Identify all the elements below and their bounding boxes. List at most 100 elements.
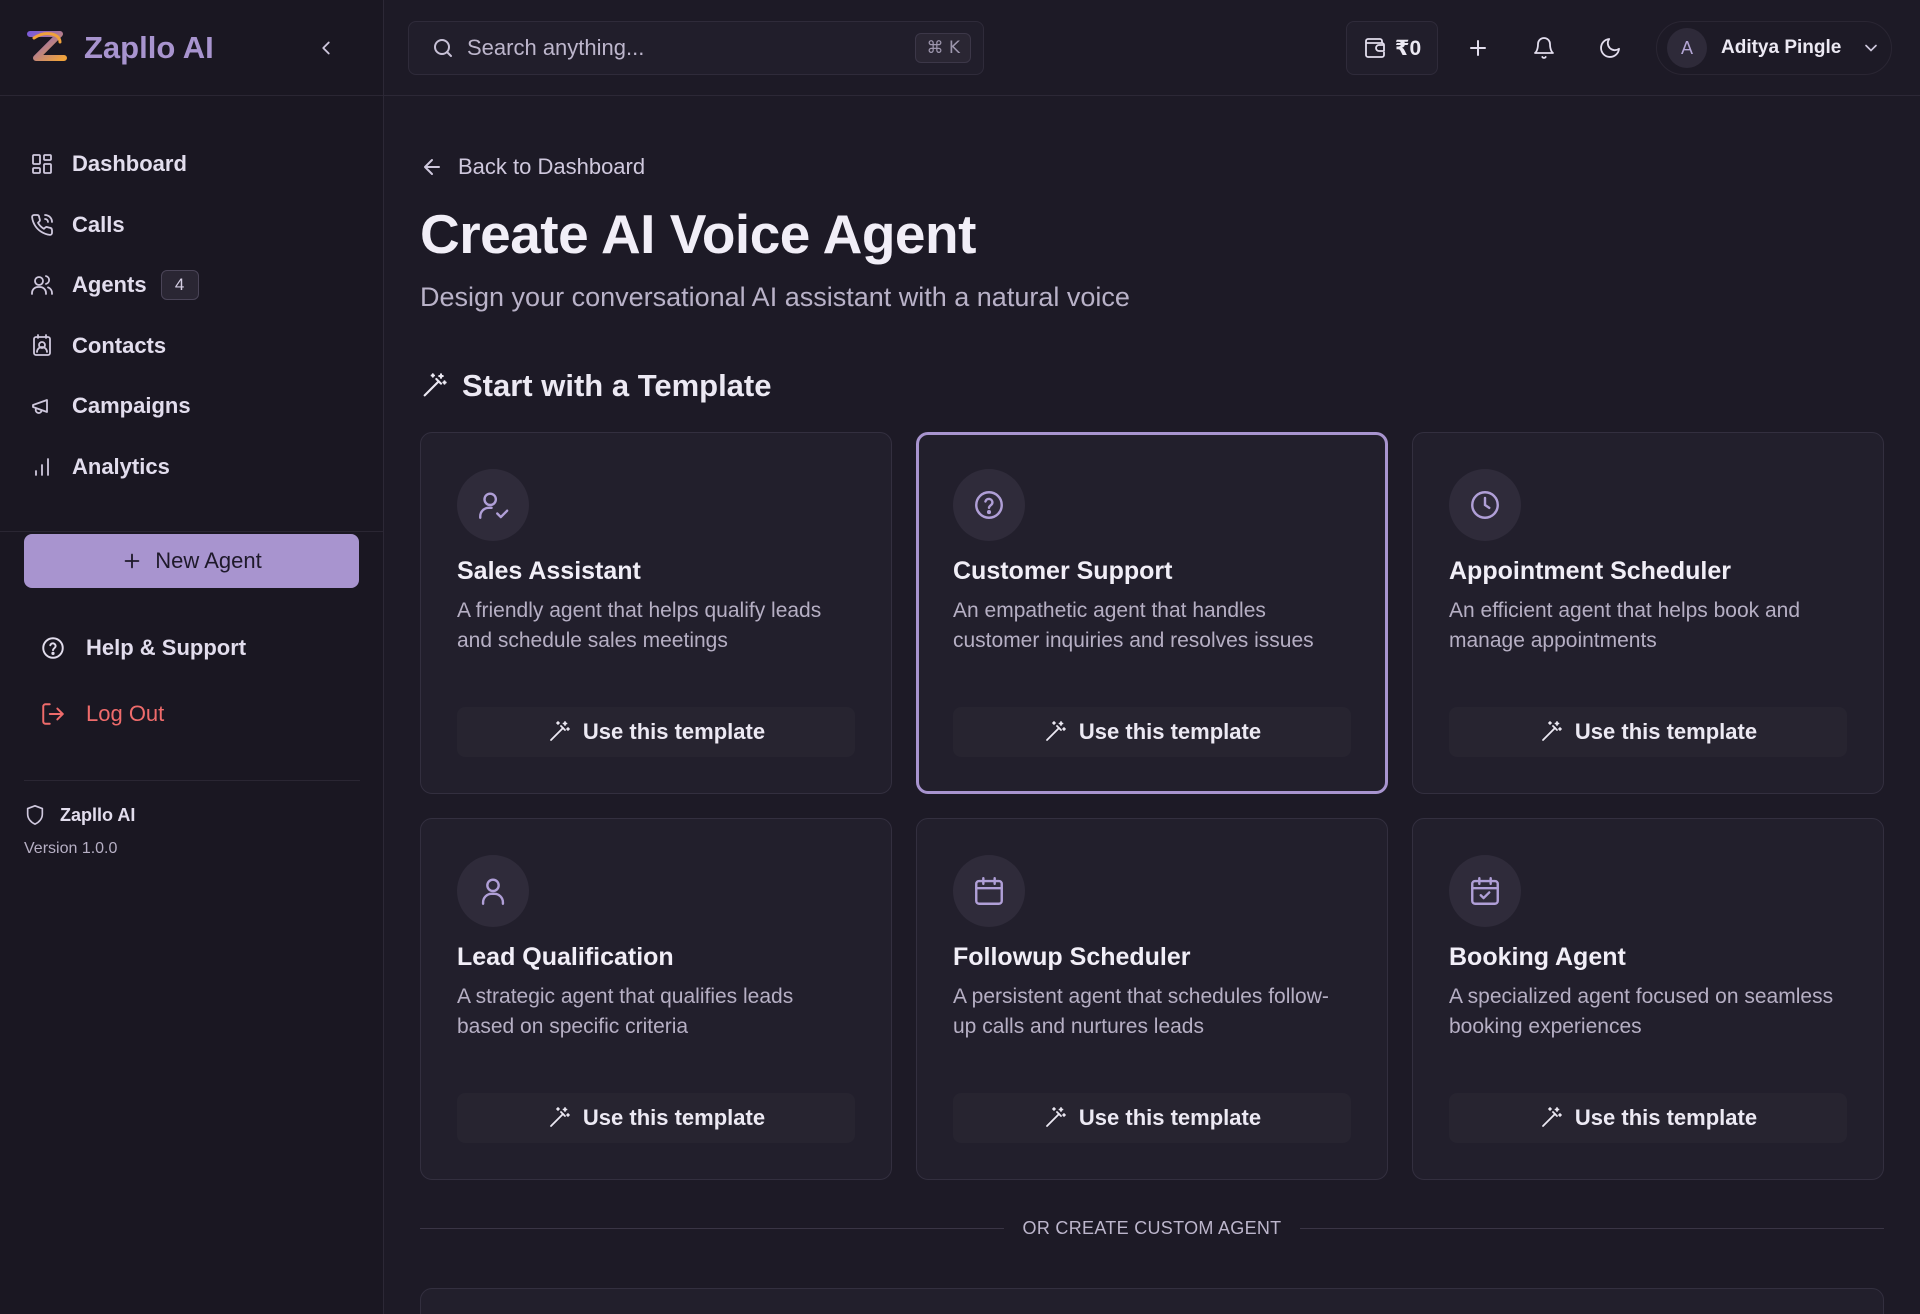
sidebar-item-calls[interactable]: Calls	[0, 195, 383, 256]
card-description: A strategic agent that qualifies leads b…	[457, 985, 794, 1038]
card-description: An empathetic agent that handles custome…	[953, 599, 1314, 652]
magic-wand-icon	[1542, 1107, 1562, 1127]
card-title: Appointment Scheduler	[1449, 557, 1731, 585]
help-support-link[interactable]: Help & Support	[40, 635, 246, 661]
megaphone-icon	[32, 399, 48, 415]
logout-button[interactable]: Log Out	[40, 701, 164, 727]
custom-agent-card[interactable]	[420, 1288, 1884, 1314]
user-name: Aditya Pingle	[1721, 37, 1842, 58]
sidebar: Zapllo AI Dashboard Calls Agents 4 Conta…	[0, 0, 384, 1314]
magic-wand-icon	[1046, 1107, 1066, 1127]
sidebar-item-label: Campaigns	[72, 393, 191, 419]
card-icon	[1449, 855, 1521, 927]
calendar-icon	[975, 877, 1003, 905]
sidebar-brand: Zapllo AI	[0, 0, 383, 96]
users-icon	[31, 275, 53, 296]
use-template-button[interactable]: Use this template	[953, 1093, 1351, 1143]
card-icon	[1449, 469, 1521, 541]
app-root: Zapllo AI Dashboard Calls Agents 4 Conta…	[0, 0, 1920, 1314]
agents-count-badge: 4	[160, 270, 199, 301]
moon-icon	[1600, 38, 1620, 58]
card-description: An efficient agent that helps book and m…	[1449, 599, 1801, 652]
plus-icon	[1470, 40, 1486, 56]
search-bar[interactable]: ⌘ K	[408, 21, 984, 75]
wallet-icon	[1364, 38, 1385, 58]
sidebar-item-label: Calls	[72, 211, 125, 237]
use-template-button[interactable]: Use this template	[1449, 1093, 1847, 1143]
user-icon	[481, 878, 505, 905]
help-circle-icon	[975, 491, 1003, 519]
card-title: Followup Scheduler	[953, 943, 1191, 971]
contact-book-icon	[33, 333, 51, 356]
sidebar-item-label: Agents	[72, 272, 147, 298]
collapse-sidebar-button[interactable]	[311, 33, 341, 63]
card-title: Lead Qualification	[457, 943, 674, 971]
wallet-balance-button[interactable]: ₹0	[1346, 21, 1438, 75]
use-template-button[interactable]: Use this template	[953, 707, 1351, 757]
new-agent-label: New Agent	[155, 548, 262, 573]
use-template-button[interactable]: Use this template	[457, 707, 855, 757]
section-title: Start with a Template	[420, 368, 772, 404]
sidebar-item-analytics[interactable]: Analytics	[0, 437, 383, 498]
use-template-label: Use this template	[1078, 1105, 1262, 1130]
card-description: A specialized agent focused on seamless …	[1449, 985, 1834, 1038]
back-label: Back to Dashboard	[458, 154, 646, 179]
sidebar-item-label: Dashboard	[72, 151, 187, 177]
notifications-button[interactable]	[1520, 24, 1568, 72]
dashboard-icon	[32, 154, 52, 175]
bar-chart-icon	[35, 457, 49, 476]
search-input[interactable]	[467, 35, 916, 61]
back-to-dashboard-link[interactable]: Back to Dashboard	[420, 154, 645, 180]
shield-icon	[26, 805, 44, 825]
new-agent-button[interactable]: New Agent	[24, 534, 359, 588]
chevron-down-icon	[1865, 44, 1877, 52]
template-card-sales-assistant[interactable]: Sales Assistant A friendly agent that he…	[420, 432, 892, 794]
user-menu[interactable]: A Aditya Pingle	[1656, 21, 1892, 75]
card-icon	[953, 855, 1025, 927]
card-description: A persistent agent that schedules follow…	[953, 985, 1329, 1038]
use-template-label: Use this template	[582, 1105, 766, 1130]
magic-wand-icon	[550, 721, 570, 741]
use-template-button[interactable]: Use this template	[457, 1093, 855, 1143]
card-icon	[457, 469, 529, 541]
clock-icon	[1471, 491, 1499, 519]
phone-icon	[31, 213, 53, 236]
chevron-left-icon	[322, 41, 330, 54]
template-card-booking-agent[interactable]: Booking Agent A specialized agent focuse…	[1412, 818, 1884, 1180]
footer-brand: Zapllo AI	[24, 804, 135, 826]
bell-icon	[1534, 37, 1554, 59]
avatar: A	[1667, 28, 1707, 68]
use-template-label: Use this template	[1078, 719, 1262, 744]
card-title: Booking Agent	[1449, 943, 1626, 971]
or-divider: OR CREATE CUSTOM AGENT	[420, 1216, 1884, 1240]
sidebar-divider	[24, 780, 360, 781]
magic-wand-icon	[550, 1107, 570, 1127]
plus-icon	[124, 553, 140, 569]
use-template-label: Use this template	[1574, 719, 1758, 744]
sidebar-item-campaigns[interactable]: Campaigns	[0, 376, 383, 437]
help-support-label: Help & Support	[86, 635, 247, 660]
search-shortcut-hint: ⌘ K	[915, 33, 971, 63]
card-title: Sales Assistant	[457, 557, 641, 585]
card-icon	[953, 469, 1025, 541]
footer-brand-name: Zapllo AI	[60, 804, 136, 825]
sidebar-item-label: Contacts	[72, 332, 167, 358]
theme-toggle-button[interactable]	[1586, 24, 1634, 72]
use-template-label: Use this template	[1574, 1105, 1758, 1130]
card-description: A friendly agent that helps qualify lead…	[457, 599, 822, 652]
sidebar-item-dashboard[interactable]: Dashboard	[0, 134, 383, 195]
calendar-check-icon	[1471, 877, 1499, 905]
template-card-customer-support[interactable]: Customer Support An empathetic agent tha…	[916, 432, 1388, 794]
template-card-appointment-scheduler[interactable]: Appointment Scheduler An efficient agent…	[1412, 432, 1884, 794]
brand-name: Zapllo AI	[84, 29, 214, 65]
sidebar-item-agents[interactable]: Agents 4	[0, 255, 383, 316]
use-template-button[interactable]: Use this template	[1449, 707, 1847, 757]
card-icon	[457, 855, 529, 927]
template-card-followup-scheduler[interactable]: Followup Scheduler A persistent agent th…	[916, 818, 1388, 1180]
user-check-icon	[479, 492, 509, 519]
sidebar-item-contacts[interactable]: Contacts	[0, 316, 383, 377]
help-circle-icon	[42, 637, 64, 659]
template-card-lead-qualification[interactable]: Lead Qualification A strategic agent tha…	[420, 818, 892, 1180]
add-button[interactable]	[1454, 24, 1502, 72]
use-template-label: Use this template	[582, 719, 766, 744]
